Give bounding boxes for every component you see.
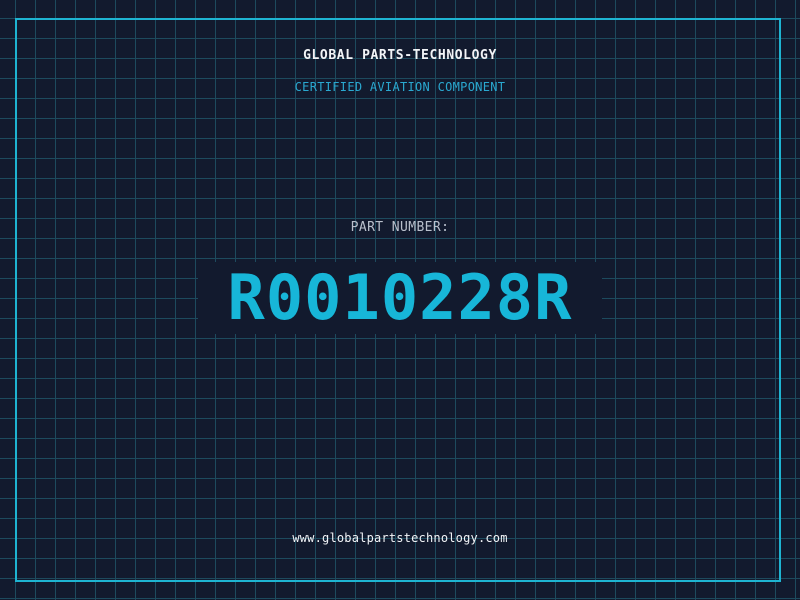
- part-number-label: PART NUMBER:: [350, 220, 450, 235]
- label-canvas: GLOBAL PARTS-TECHNOLOGY CERTIFIED AVIATI…: [0, 0, 800, 600]
- subtitle: CERTIFIED AVIATION COMPONENT: [294, 80, 506, 94]
- website-url: www.globalpartstechnology.com: [292, 531, 508, 545]
- part-number-value: R0010228R: [227, 261, 573, 334]
- company-name: GLOBAL PARTS-TECHNOLOGY: [303, 48, 497, 63]
